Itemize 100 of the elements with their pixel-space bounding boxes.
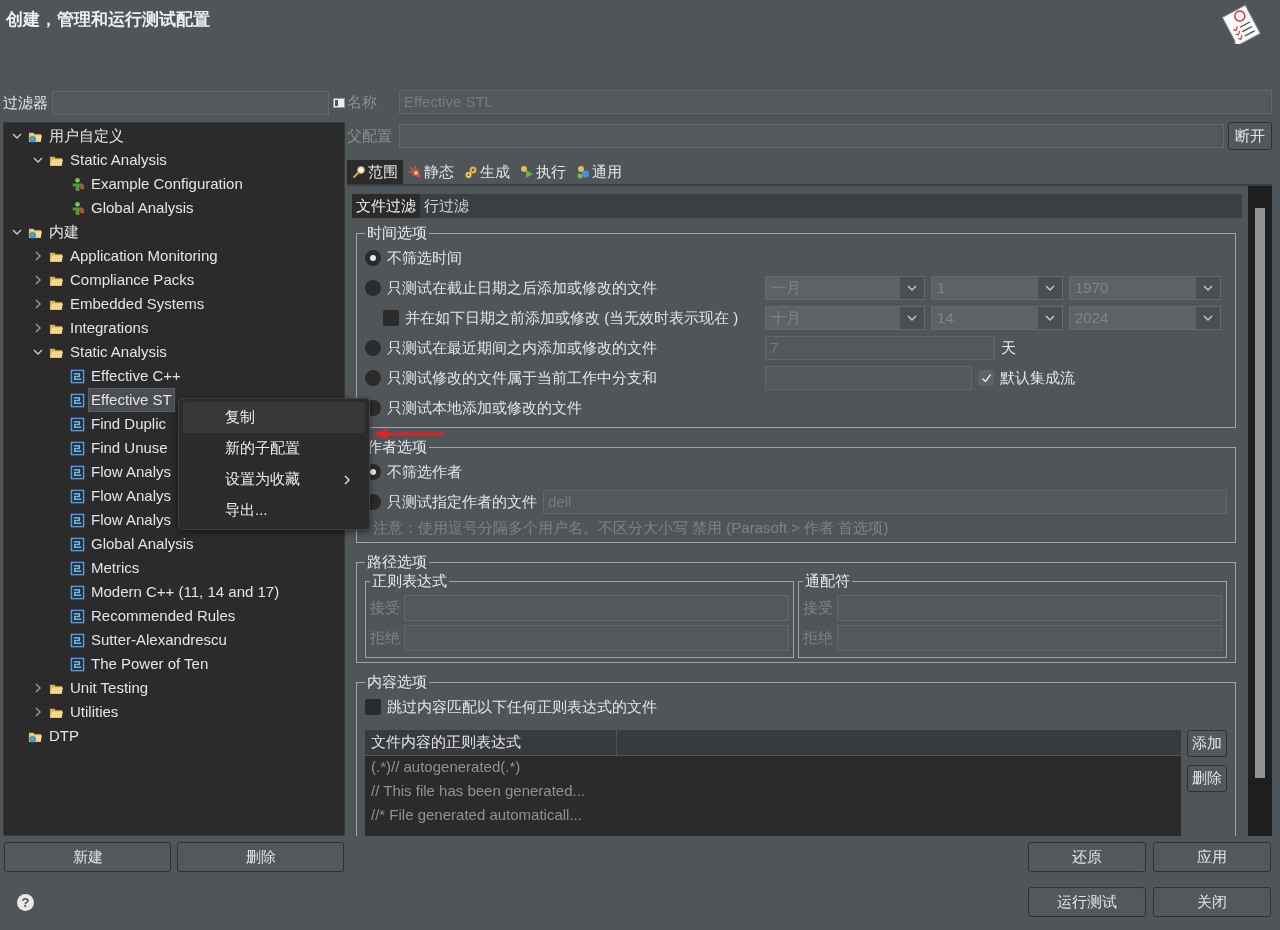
tree-item[interactable]: 用户自定义 <box>47 125 126 147</box>
action-button[interactable]: 应用 <box>1153 842 1271 872</box>
expand-chevron-icon[interactable] <box>33 299 43 309</box>
tab[interactable]: 范围 <box>347 160 403 184</box>
tree-item[interactable]: Example Configuration <box>89 173 245 195</box>
annotation-arrow <box>373 429 443 439</box>
tree-item[interactable]: Flow Analys <box>89 461 174 483</box>
tree-item[interactable]: Sutter-Alexandrescu <box>89 629 229 651</box>
radio-button[interactable] <box>365 370 381 386</box>
person-icon <box>70 176 85 192</box>
column-header: 文件内容的正则表达式 <box>365 730 617 755</box>
radio-button[interactable] <box>365 280 381 296</box>
config-icon <box>70 440 85 456</box>
collapse-chevron-icon[interactable] <box>33 347 43 357</box>
caret-icon <box>1203 283 1213 293</box>
tree-item[interactable]: Static Analysis <box>68 341 169 363</box>
tab[interactable]: 通用 <box>571 160 627 184</box>
config-icon <box>70 512 85 528</box>
tab[interactable]: 执行 <box>515 160 571 184</box>
tree-item[interactable]: Global Analysis <box>89 533 196 555</box>
menu-item[interactable]: 复制 <box>183 402 365 433</box>
tab[interactable]: 行过滤 <box>420 194 473 218</box>
checkbox[interactable] <box>365 699 381 715</box>
option-label: 默认集成流 <box>1000 368 1075 388</box>
expand-chevron-icon[interactable] <box>33 275 43 285</box>
menu-item[interactable]: 新的子配置 <box>183 433 365 464</box>
action-button[interactable]: 关闭 <box>1153 887 1271 917</box>
config-icon <box>70 368 85 384</box>
play-icon <box>520 165 534 179</box>
menu-item[interactable]: 导出... <box>183 495 365 526</box>
tree-item[interactable]: Effective ST <box>89 389 174 411</box>
tree-item[interactable]: Find Unuse <box>89 437 170 459</box>
caret-icon <box>1045 283 1055 293</box>
name-label: 名称 <box>347 92 378 112</box>
expand-chevron-icon[interactable] <box>33 707 43 717</box>
config-icon <box>70 632 85 648</box>
caret-icon <box>907 283 917 293</box>
tree-item[interactable]: Application Monitoring <box>68 245 220 267</box>
tree-item[interactable]: Metrics <box>89 557 142 579</box>
radio-button[interactable] <box>365 250 381 266</box>
expand-chevron-icon[interactable] <box>33 251 43 261</box>
tree-item[interactable]: Flow Analys <box>89 509 174 531</box>
scrollbar[interactable] <box>1248 186 1272 836</box>
help-button[interactable]: ? <box>17 893 34 911</box>
tree-item[interactable]: DTP <box>47 725 81 747</box>
tree-item[interactable]: Modern C++ (11, 14 and 17) <box>89 581 282 603</box>
action-button[interactable]: 运行测试 <box>1028 887 1146 917</box>
tab[interactable]: 文件过滤 <box>352 194 420 218</box>
group-title: 正则表达式 <box>371 572 448 591</box>
config-icon <box>70 464 85 480</box>
tree-item[interactable]: Embedded Systems <box>68 293 207 315</box>
gear-icon <box>464 165 478 179</box>
person-icon <box>70 200 85 216</box>
action-button[interactable]: 删除 <box>177 842 344 872</box>
collapse-chevron-icon[interactable] <box>12 227 22 237</box>
table-cell-text: (.*)// autogenerated(.*) <box>370 757 522 777</box>
tree-item[interactable]: Recommended Rules <box>89 605 238 627</box>
menu-item[interactable]: 设置为收藏 <box>183 464 365 495</box>
tree-item[interactable]: The Power of Ten <box>89 653 211 675</box>
tree-item[interactable]: Integrations <box>68 317 151 339</box>
caret-icon <box>1203 313 1213 323</box>
config-icon <box>70 656 85 672</box>
tree-item[interactable]: Global Analysis <box>89 197 196 219</box>
tab[interactable]: 静态 <box>403 160 459 184</box>
expand-chevron-icon[interactable] <box>33 323 43 333</box>
table-button[interactable]: 添加 <box>1187 730 1227 757</box>
clear-filter-icon[interactable] <box>333 97 345 109</box>
option-label: 只测试修改的文件属于当前工作中分支和 <box>387 368 657 388</box>
tab[interactable]: 生成 <box>459 160 515 184</box>
table-cell-text: // This file has been generated... <box>370 781 587 801</box>
expand-chevron-icon[interactable] <box>33 683 43 693</box>
disconnect-button[interactable]: 断开 <box>1228 122 1272 150</box>
option-label: 只测试在最近期间之内添加或修改的文件 <box>387 338 657 358</box>
config-icon <box>70 536 85 552</box>
tree-item[interactable]: Find Duplic <box>89 413 169 435</box>
unit-label: 天 <box>1001 338 1016 358</box>
submenu-chevron-icon <box>343 473 351 486</box>
radio-button[interactable] <box>365 340 381 356</box>
checkbox[interactable] <box>383 310 399 326</box>
tree-item[interactable]: Effective C++ <box>89 365 183 387</box>
action-button[interactable]: 新建 <box>4 842 171 872</box>
option-label: 不筛选时间 <box>387 248 462 268</box>
option-label: 跳过内容匹配以下任何正则表达式的文件 <box>387 697 657 717</box>
collapse-chevron-icon[interactable] <box>12 131 22 141</box>
tree-item[interactable]: Utilities <box>68 701 121 723</box>
collapse-chevron-icon[interactable] <box>33 155 43 165</box>
group-title: 路径选项 <box>366 553 428 572</box>
tree-item[interactable]: Compliance Packs <box>68 269 197 291</box>
search-icon <box>352 165 366 179</box>
tree-item[interactable]: Unit Testing <box>68 677 151 699</box>
group-title: 通配符 <box>804 572 851 591</box>
tree-item[interactable]: Static Analysis <box>68 149 169 171</box>
group-title: 内容选项 <box>366 673 428 692</box>
action-button[interactable]: 还原 <box>1028 842 1146 872</box>
tree-item[interactable]: Flow Analys <box>89 485 174 507</box>
table-button[interactable]: 删除 <box>1187 765 1227 792</box>
tree-item[interactable]: 内建 <box>47 221 81 243</box>
config-icon <box>70 488 85 504</box>
checkbox[interactable] <box>978 370 994 386</box>
sparkle-icon <box>408 165 422 179</box>
